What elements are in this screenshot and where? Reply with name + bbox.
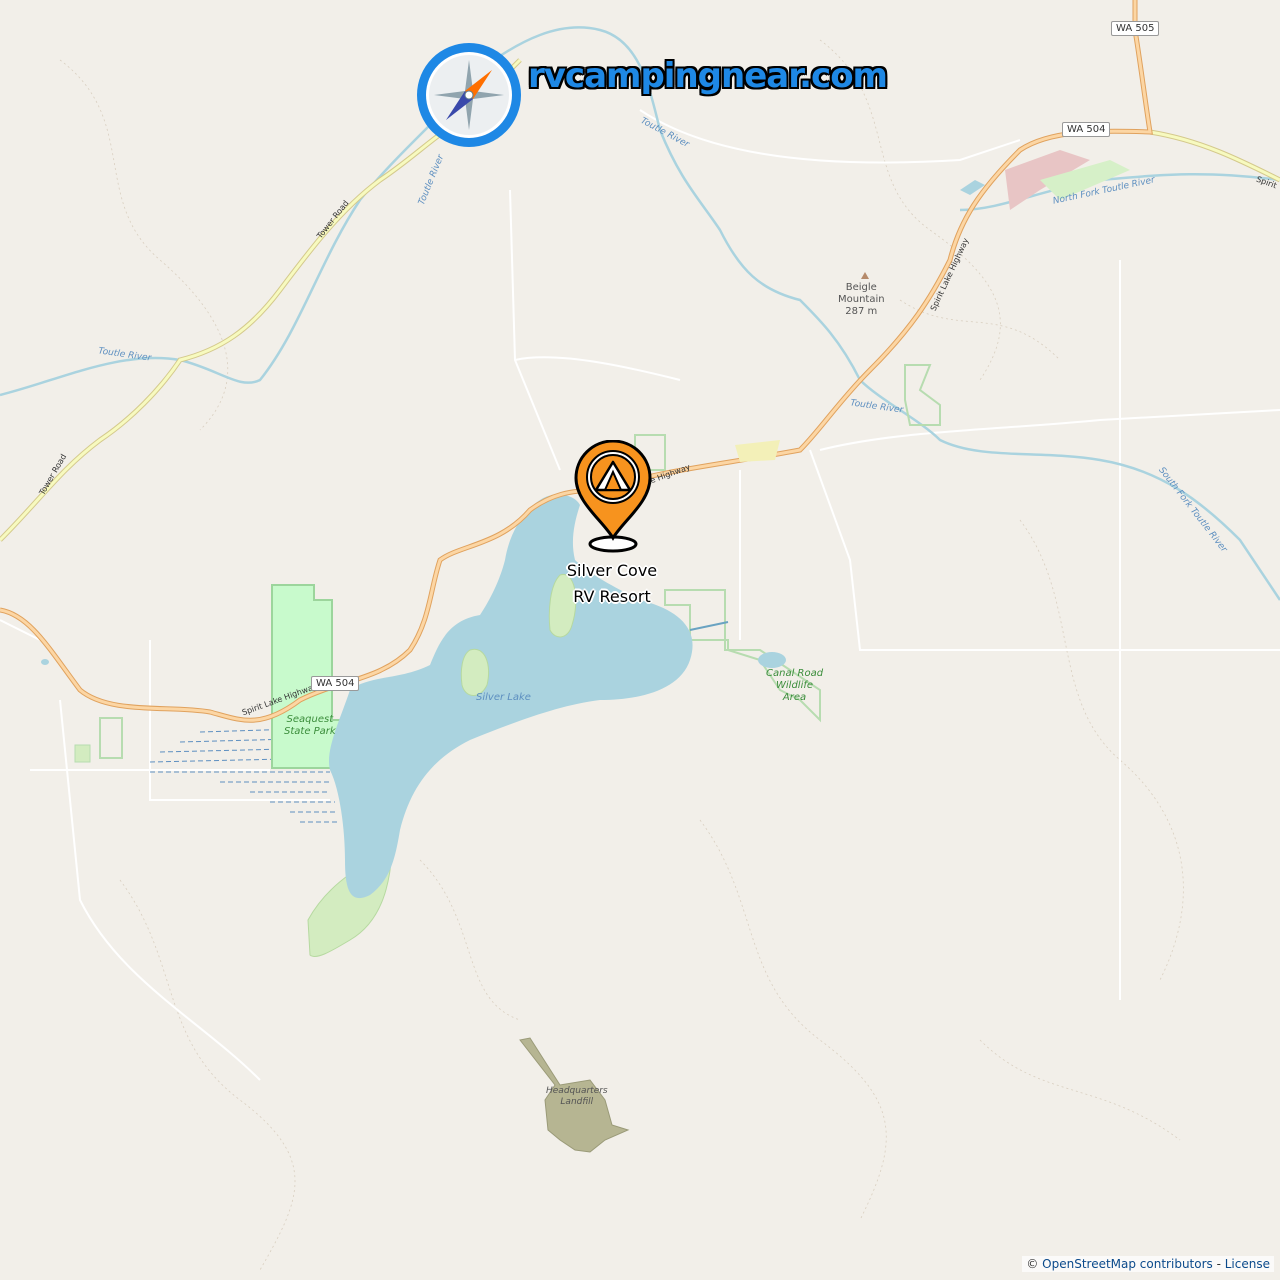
wa504-shield-east: WA 504 (1062, 122, 1111, 137)
wa504-shield-west: WA 504 (311, 676, 360, 691)
landfill-label-line1: Headquarters (546, 1086, 608, 1096)
canal (689, 621, 729, 631)
osm-contributors-link[interactable]: OpenStreetMap contributors (1042, 1257, 1213, 1271)
beigle-elevation: 287 m (845, 306, 878, 317)
map-attribution: © OpenStreetMap contributors - License (1022, 1256, 1274, 1272)
silver-lake-label: Silver Lake (476, 692, 531, 703)
brand-logo[interactable]: rvcampingnear.com (414, 40, 888, 152)
canal-road-label-line2: Wildlife (776, 680, 814, 691)
canal-road-label-line1: Canal Road (766, 668, 824, 679)
compass-icon (417, 43, 521, 147)
canal-road-label-line3: Area (782, 692, 807, 703)
campground-name-label: Silver Cove RV Resort (566, 561, 658, 606)
brand-name: rvcampingnear.com (528, 56, 888, 96)
peak-icon (861, 272, 869, 279)
headquarters-landfill-label: Headquarters Landfill (546, 1086, 608, 1108)
beigle-label-line1: Beigle (845, 282, 877, 293)
beigle-mountain-label: Beigle Mountain 287 m (838, 282, 885, 318)
map[interactable]: Silver Lake Seaquest State Park Canal Ro… (0, 0, 1280, 1280)
wa505-shield: WA 505 (1111, 21, 1160, 36)
canal-road-wildlife-area-label: Canal Road Wildlife Area (766, 668, 823, 704)
beigle-label-line2: Mountain (838, 294, 885, 305)
campground-pin-icon[interactable] (572, 440, 654, 555)
seaquest-label-line2: State Park (284, 726, 336, 737)
attribution-separator: - (1212, 1257, 1225, 1271)
copyright-symbol: © (1026, 1257, 1039, 1271)
license-link[interactable]: License (1225, 1257, 1270, 1271)
seaquest-state-park-label: Seaquest State Park (284, 714, 336, 738)
seaquest-label-line1: Seaquest (286, 714, 334, 725)
landfill-label-line2: Landfill (560, 1097, 594, 1107)
